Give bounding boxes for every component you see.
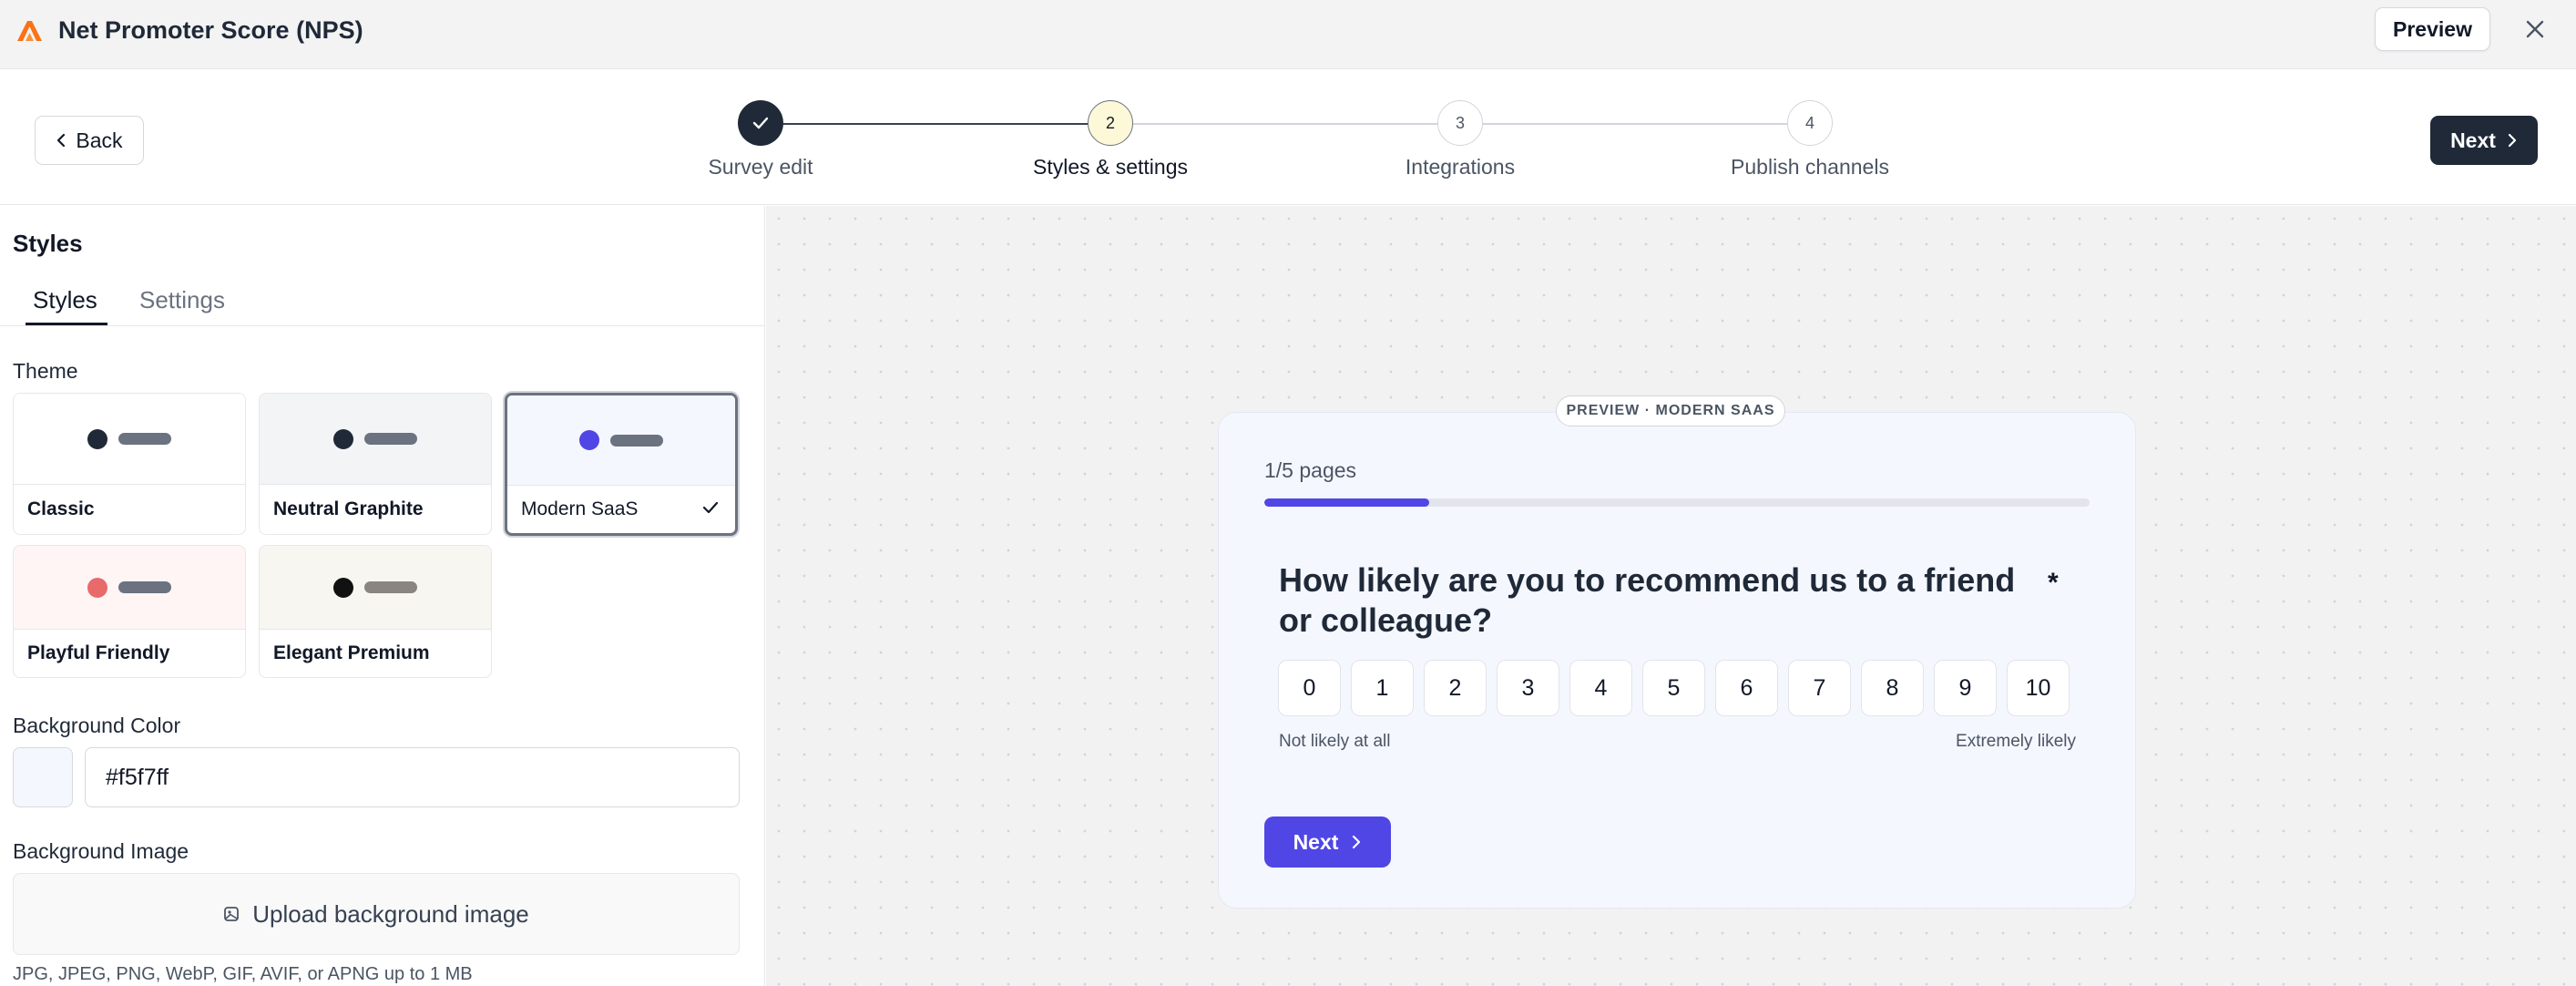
- step-1-label[interactable]: Survey edit: [624, 155, 897, 180]
- background-color-input[interactable]: #f5f7ff: [85, 747, 740, 807]
- scale-option[interactable]: 9: [1934, 660, 1997, 716]
- step-connector: [1483, 123, 1787, 125]
- close-icon[interactable]: [2521, 13, 2549, 46]
- theme-swatch: [14, 546, 245, 630]
- theme-swatch: [507, 395, 735, 486]
- theme-bar: [364, 581, 417, 593]
- scale-option[interactable]: 0: [1278, 660, 1341, 716]
- scale-option[interactable]: 1: [1351, 660, 1414, 716]
- theme-name: Modern SaaS: [521, 498, 639, 519]
- theme-dot: [579, 430, 599, 450]
- style-panel: Styles Styles Settings Theme Classic Neu…: [0, 206, 765, 986]
- checkmark-icon: [752, 117, 769, 129]
- theme-bar: [364, 433, 417, 445]
- theme-card-elegant-premium[interactable]: Elegant Premium: [259, 545, 492, 678]
- next-label: Next: [2450, 128, 2496, 152]
- step-connector: [1133, 123, 1437, 125]
- theme-name: Classic: [27, 498, 95, 519]
- scale-option[interactable]: 4: [1569, 660, 1632, 716]
- theme-card-neutral-graphite[interactable]: Neutral Graphite: [259, 393, 492, 535]
- required-asterisk-icon: *: [2048, 568, 2059, 598]
- survey-next-button[interactable]: Next: [1264, 817, 1391, 868]
- step-3-label[interactable]: Integrations: [1324, 155, 1597, 180]
- scale-option[interactable]: 10: [2007, 660, 2070, 716]
- page-counter: 1/5 pages: [1264, 458, 1357, 482]
- scale-low-label: Not likely at all: [1279, 732, 1391, 751]
- background-color-swatch[interactable]: [13, 747, 73, 807]
- panel-title: Styles: [13, 230, 83, 257]
- theme-dot: [87, 428, 107, 449]
- checkmark-icon: [702, 501, 719, 514]
- progress-bar: [1264, 498, 2090, 507]
- survey-next-label: Next: [1293, 829, 1339, 854]
- theme-swatch: [260, 546, 491, 630]
- upload-background-button[interactable]: Upload background image: [13, 873, 740, 955]
- theme-name: Playful Friendly: [27, 642, 170, 663]
- scale-option[interactable]: 8: [1861, 660, 1924, 716]
- theme-swatch: [260, 394, 491, 485]
- theme-card-modern-saas[interactable]: Modern SaaS: [505, 393, 738, 536]
- survey-preview-card: PREVIEW · MODERN SAAS 1/5 pages How like…: [1218, 395, 2136, 909]
- brand-logo-icon: [17, 21, 42, 41]
- step-4-circle[interactable]: 4: [1787, 100, 1833, 146]
- theme-bar: [610, 434, 663, 447]
- theme-swatch: [14, 394, 245, 485]
- preview-badge: PREVIEW · MODERN SAAS: [1556, 395, 1785, 426]
- question-text: How likely are you to recommend us to a …: [1279, 561, 2016, 639]
- image-icon: [224, 907, 240, 921]
- preview-canvas: PREVIEW · MODERN SAAS 1/5 pages How like…: [766, 206, 2576, 986]
- scale-option[interactable]: 2: [1424, 660, 1487, 716]
- theme-card-playful-friendly[interactable]: Playful Friendly: [13, 545, 246, 678]
- scale-high-label: Extremely likely: [1956, 732, 2076, 751]
- upload-hint: JPG, JPEG, PNG, WebP, GIF, AVIF, or APNG…: [13, 964, 473, 984]
- theme-card-classic[interactable]: Classic: [13, 393, 246, 535]
- back-label: Back: [76, 128, 123, 152]
- theme-dot: [333, 428, 353, 449]
- step-3-circle[interactable]: 3: [1437, 100, 1483, 146]
- scale-option[interactable]: 3: [1497, 660, 1559, 716]
- theme-bar: [118, 433, 171, 445]
- theme-bar: [118, 581, 171, 593]
- theme-label: Theme: [13, 359, 78, 383]
- scale-option[interactable]: 6: [1715, 660, 1778, 716]
- stepper-header: Back Survey edit 2 Styles & settings 3 I…: [0, 70, 2576, 205]
- scale-option[interactable]: 5: [1642, 660, 1705, 716]
- step-1-circle[interactable]: [738, 100, 783, 146]
- tab-settings[interactable]: Settings: [139, 286, 225, 314]
- chevron-right-icon: [1353, 835, 1361, 849]
- scale-option[interactable]: 7: [1788, 660, 1851, 716]
- theme-name: Elegant Premium: [273, 642, 430, 663]
- active-tab-indicator: [26, 323, 107, 325]
- step-2-circle[interactable]: 2: [1088, 100, 1133, 146]
- chevron-left-icon: [57, 133, 66, 148]
- tab-styles[interactable]: Styles: [33, 286, 97, 314]
- chevron-right-icon: [2508, 133, 2517, 148]
- tabs-divider: [0, 325, 765, 326]
- upload-label: Upload background image: [252, 899, 529, 928]
- theme-dot: [333, 577, 353, 598]
- preview-button[interactable]: Preview: [2375, 7, 2490, 51]
- step-4-label[interactable]: Publish channels: [1673, 155, 1947, 180]
- nps-scale: 0 1 2 3 4 5 6 7 8 9 10: [1278, 660, 2070, 716]
- top-bar: Net Promoter Score (NPS) Preview: [0, 0, 2576, 69]
- step-connector: [783, 123, 1088, 125]
- progress-fill: [1264, 498, 1430, 507]
- step-2-label[interactable]: Styles & settings: [974, 155, 1247, 180]
- app-title: Net Promoter Score (NPS): [58, 16, 363, 44]
- background-color-label: Background Color: [13, 714, 181, 737]
- background-image-label: Background Image: [13, 839, 189, 863]
- theme-name: Neutral Graphite: [273, 498, 424, 519]
- next-button[interactable]: Next: [2430, 116, 2538, 165]
- theme-name-row: Modern SaaS: [507, 486, 735, 533]
- back-button[interactable]: Back: [35, 116, 144, 165]
- theme-dot: [87, 577, 107, 598]
